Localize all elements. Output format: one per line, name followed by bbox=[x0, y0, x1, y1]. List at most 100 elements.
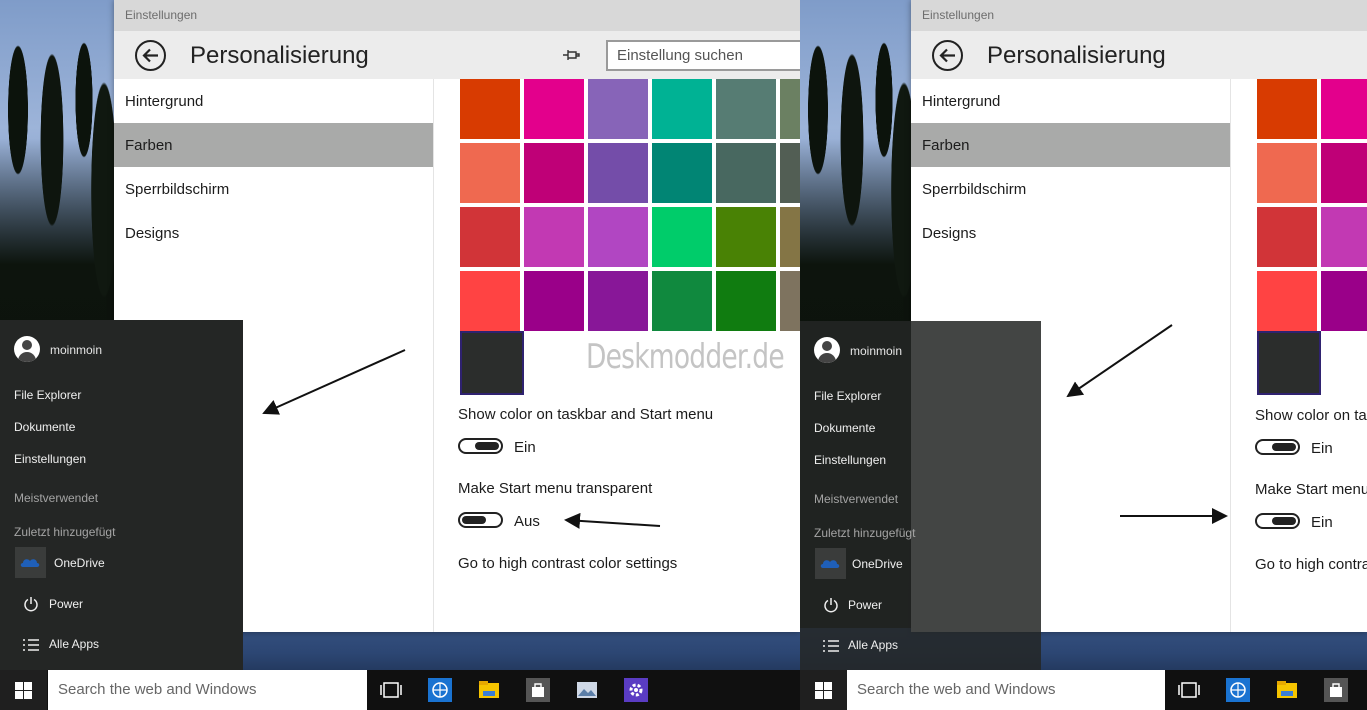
color-swatch-selected[interactable] bbox=[1257, 331, 1321, 395]
color-swatch[interactable] bbox=[716, 207, 776, 267]
high-contrast-link[interactable]: Go to high contrast color settings bbox=[458, 555, 677, 572]
task-view-icon[interactable] bbox=[379, 678, 403, 702]
screenshot-before: Einstellungen Personalisierung Einstellu… bbox=[0, 0, 800, 710]
nav-item-hintergrund[interactable]: Hintergrund bbox=[911, 79, 1230, 123]
back-button[interactable] bbox=[932, 40, 963, 71]
recently-added-heading: Zuletzt hinzugefügt bbox=[814, 526, 916, 540]
color-swatch[interactable] bbox=[460, 143, 520, 203]
start-button[interactable] bbox=[0, 670, 47, 710]
avatar bbox=[14, 336, 40, 362]
page-title: Personalisierung bbox=[987, 42, 1166, 69]
start-power[interactable]: Power bbox=[848, 598, 882, 612]
pin-icon[interactable] bbox=[560, 43, 584, 67]
start-file-explorer[interactable]: File Explorer bbox=[14, 388, 81, 402]
all-apps-icon[interactable] bbox=[22, 635, 40, 655]
file-explorer-icon[interactable] bbox=[477, 678, 501, 702]
color-swatch[interactable] bbox=[460, 207, 520, 267]
nav-item-sperrbildschirm[interactable]: Sperrbildschirm bbox=[114, 167, 433, 211]
onedrive-tile[interactable] bbox=[15, 547, 46, 578]
transparent-toggle[interactable] bbox=[1255, 513, 1300, 529]
store-icon[interactable] bbox=[526, 678, 550, 702]
nav-item-designs[interactable]: Designs bbox=[114, 211, 433, 255]
photos-icon[interactable] bbox=[575, 678, 599, 702]
option-transparent-label: Make Start menu bbox=[1255, 481, 1367, 498]
watermark: Deskmodder.de bbox=[586, 337, 785, 377]
window-titlebar: Einstellungen bbox=[911, 0, 1367, 31]
taskbar-search-input[interactable]: Search the web and Windows bbox=[847, 670, 1165, 710]
color-swatch[interactable] bbox=[652, 271, 712, 331]
color-swatch[interactable] bbox=[1257, 79, 1317, 139]
onedrive-icon bbox=[20, 559, 40, 567]
screenshot-after: Einstellungen Personalisierung Hintergru… bbox=[800, 0, 1367, 710]
color-swatch[interactable] bbox=[524, 79, 584, 139]
color-swatch[interactable] bbox=[460, 79, 520, 139]
color-swatch[interactable] bbox=[652, 207, 712, 267]
colors-content: Deskmodder.de Show color on taskbar and … bbox=[436, 79, 800, 632]
color-swatch[interactable] bbox=[1257, 271, 1317, 331]
color-swatch[interactable] bbox=[524, 207, 584, 267]
start-onedrive[interactable]: OneDrive bbox=[852, 557, 903, 571]
color-swatch[interactable] bbox=[780, 271, 800, 331]
color-swatch[interactable] bbox=[652, 79, 712, 139]
all-apps-icon[interactable] bbox=[822, 636, 840, 656]
color-swatch[interactable] bbox=[780, 143, 800, 203]
color-swatch[interactable] bbox=[460, 271, 520, 331]
browser-icon[interactable] bbox=[428, 678, 452, 702]
start-einstellungen[interactable]: Einstellungen bbox=[14, 452, 86, 466]
start-menu-transparent: moinmoin File Explorer Dokumente Einstel… bbox=[800, 321, 1041, 671]
nav-item-farben[interactable]: Farben bbox=[114, 123, 433, 167]
task-view-icon[interactable] bbox=[1177, 678, 1201, 702]
power-icon[interactable] bbox=[822, 595, 840, 615]
color-swatch[interactable] bbox=[524, 271, 584, 331]
high-contrast-link[interactable]: Go to high contrast bbox=[1255, 556, 1367, 573]
color-swatch[interactable] bbox=[780, 207, 800, 267]
start-onedrive[interactable]: OneDrive bbox=[54, 556, 105, 570]
color-swatch[interactable] bbox=[524, 143, 584, 203]
transparent-toggle[interactable] bbox=[458, 512, 503, 528]
taskbar-search-input[interactable]: Search the web and Windows bbox=[48, 670, 367, 710]
nav-item-designs[interactable]: Designs bbox=[911, 211, 1230, 255]
color-swatch[interactable] bbox=[1321, 79, 1367, 139]
color-swatch[interactable] bbox=[716, 79, 776, 139]
color-swatch[interactable] bbox=[1321, 207, 1367, 267]
color-swatch-selected[interactable] bbox=[460, 331, 524, 395]
browser-icon[interactable] bbox=[1226, 678, 1250, 702]
start-dokumente[interactable]: Dokumente bbox=[14, 420, 75, 434]
color-swatch[interactable] bbox=[588, 271, 648, 331]
color-swatch[interactable] bbox=[588, 79, 648, 139]
color-swatch[interactable] bbox=[716, 271, 776, 331]
back-button[interactable] bbox=[135, 40, 166, 71]
file-explorer-icon[interactable] bbox=[1275, 678, 1299, 702]
color-swatch[interactable] bbox=[1321, 143, 1367, 203]
color-swatch[interactable] bbox=[652, 143, 712, 203]
user-name: moinmoin bbox=[850, 344, 903, 358]
color-swatch[interactable] bbox=[780, 79, 800, 139]
color-swatch[interactable] bbox=[588, 207, 648, 267]
start-power[interactable]: Power bbox=[49, 597, 83, 611]
power-icon[interactable] bbox=[22, 594, 40, 614]
header-bar: Personalisierung bbox=[911, 31, 1367, 79]
header-bar: Personalisierung Einstellung suchen bbox=[114, 31, 800, 79]
windows-logo-icon bbox=[815, 682, 832, 699]
taskbar-color-toggle[interactable] bbox=[1255, 439, 1300, 455]
most-used-heading: Meistverwendet bbox=[814, 492, 899, 506]
start-dokumente[interactable]: Dokumente bbox=[814, 421, 875, 435]
nav-item-sperrbildschirm[interactable]: Sperrbildschirm bbox=[911, 167, 1230, 211]
onedrive-tile[interactable] bbox=[815, 548, 846, 579]
start-button[interactable] bbox=[800, 670, 847, 710]
color-swatch[interactable] bbox=[1321, 271, 1367, 331]
color-swatch[interactable] bbox=[1257, 207, 1317, 267]
color-swatch[interactable] bbox=[716, 143, 776, 203]
settings-search-input[interactable]: Einstellung suchen bbox=[606, 40, 800, 71]
taskbar-color-toggle[interactable] bbox=[458, 438, 503, 454]
start-einstellungen[interactable]: Einstellungen bbox=[814, 453, 886, 467]
start-all-apps[interactable]: Alle Apps bbox=[848, 638, 898, 652]
start-file-explorer[interactable]: File Explorer bbox=[814, 389, 881, 403]
nav-item-hintergrund[interactable]: Hintergrund bbox=[114, 79, 433, 123]
color-swatch[interactable] bbox=[1257, 143, 1317, 203]
store-icon[interactable] bbox=[1324, 678, 1348, 702]
nav-item-farben[interactable]: Farben bbox=[911, 123, 1230, 167]
color-swatch[interactable] bbox=[588, 143, 648, 203]
settings-gear-icon[interactable] bbox=[624, 678, 648, 702]
start-all-apps[interactable]: Alle Apps bbox=[49, 637, 99, 651]
